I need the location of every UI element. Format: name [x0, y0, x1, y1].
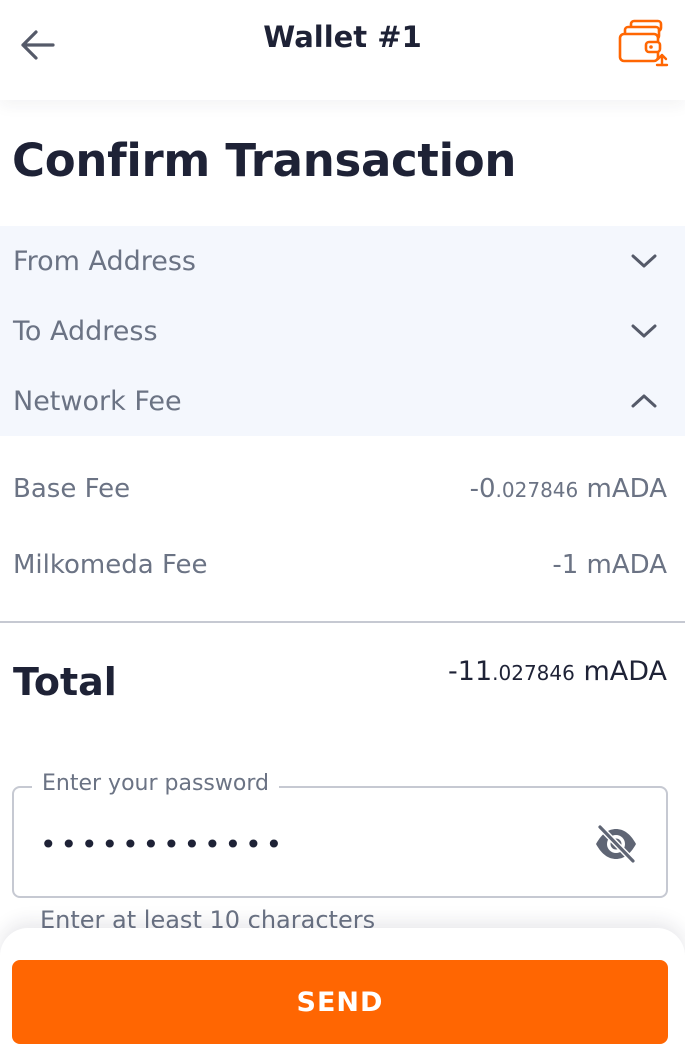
to-address-toggle[interactable]: To Address: [0, 296, 685, 366]
app: Wallet #1 Confirm Transaction From Addre…: [0, 0, 685, 1051]
header: Wallet #1: [0, 0, 685, 100]
total-value: -11.027846 mADA: [448, 656, 667, 687]
wallet-switch-icon: [618, 19, 669, 67]
total-dec: .027846: [492, 661, 575, 685]
eye-off-icon: [596, 824, 636, 864]
from-address-toggle[interactable]: From Address: [0, 226, 685, 296]
milkomeda-fee-int: -1: [552, 550, 579, 580]
from-address-label: From Address: [13, 245, 197, 277]
base-fee-unit: mADA: [578, 474, 667, 504]
base-fee-row: Base Fee -0.027846 mADA: [13, 474, 667, 504]
chevron-down-icon: [629, 316, 659, 346]
send-button[interactable]: SEND: [12, 960, 668, 1044]
toggle-visibility-button[interactable]: [592, 822, 640, 866]
base-fee-dec: .027846: [495, 478, 579, 502]
milkomeda-fee-value: -1 mADA: [552, 550, 667, 580]
base-fee-label: Base Fee: [13, 474, 131, 504]
base-fee-value: -0.027846 mADA: [470, 474, 667, 504]
total-unit: mADA: [574, 656, 667, 687]
header-title: Wallet #1: [263, 20, 422, 54]
chevron-up-icon: [629, 386, 659, 416]
total-int: -11: [448, 656, 493, 687]
total-row: Total -11.027846 mADA: [13, 656, 667, 704]
milkomeda-fee-unit: mADA: [578, 550, 667, 580]
accordion: From Address To Address Network Fee: [0, 226, 685, 436]
total-label: Total: [13, 660, 117, 704]
password-label: Enter your password: [32, 771, 279, 796]
base-fee-int: -0: [469, 474, 496, 504]
to-address-label: To Address: [13, 315, 158, 347]
password-field: Enter your password: [12, 771, 668, 898]
password-input[interactable]: [40, 824, 540, 864]
milkomeda-fee-label: Milkomeda Fee: [13, 550, 208, 580]
network-fee-label: Network Fee: [13, 385, 182, 417]
bottom-bar: SEND: [0, 928, 685, 1051]
divider: [0, 621, 685, 623]
chevron-down-icon: [629, 246, 659, 276]
wallet-switch-button[interactable]: [615, 18, 671, 70]
page-title: Confirm Transaction: [12, 134, 517, 187]
milkomeda-fee-row: Milkomeda Fee -1 mADA: [13, 550, 667, 580]
network-fee-toggle[interactable]: Network Fee: [0, 366, 685, 436]
